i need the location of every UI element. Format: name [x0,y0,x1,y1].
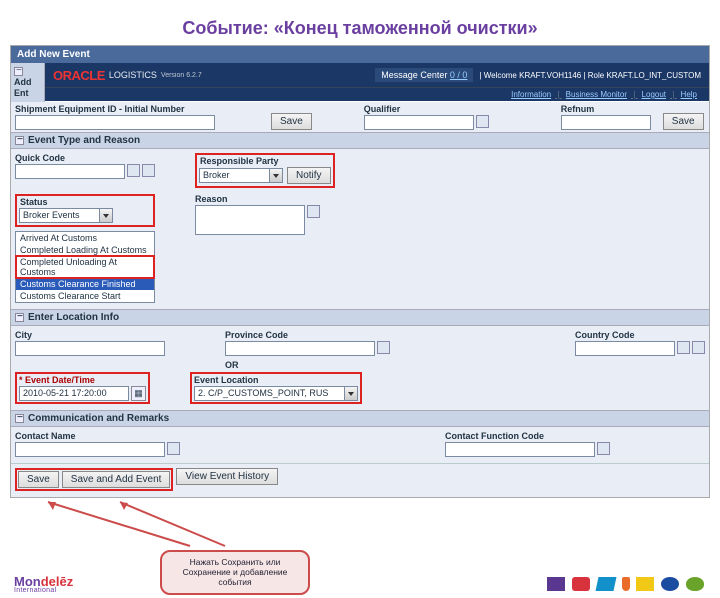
list-item[interactable]: Customs Clearance Start [16,290,154,302]
ship-equip-input[interactable] [15,115,215,130]
status-label: Status [17,196,153,207]
ship-save-button[interactable]: Save [271,113,312,130]
brand-icon [661,577,679,591]
chevron-down-icon[interactable] [99,208,113,223]
brand-icon [572,577,590,591]
instruction-callout: Нажать Сохранить или Сохранение и добавл… [160,550,310,595]
event-location-label: Event Location [194,375,358,385]
country-label: Country Code [575,330,705,340]
ship-equip-label: Shipment Equipment ID - Initial Number [15,104,265,114]
refnum-input[interactable] [561,115,651,130]
lookup-icon[interactable] [167,442,180,455]
view-event-history-button[interactable]: View Event History [176,468,278,485]
history-icon[interactable] [142,164,155,177]
refnum-label: Refnum [561,104,651,114]
qualifier-input[interactable] [364,115,474,130]
responsible-party-select[interactable]: Broker [199,168,283,183]
arrow-lines [0,498,720,558]
add-new-event-bar: Add New Event [11,46,709,63]
contact-name-input[interactable] [15,442,165,457]
brand-icon [686,577,704,591]
status-select[interactable]: Broker Events [17,208,153,225]
reason-textarea[interactable] [195,205,305,235]
message-center[interactable]: Message Center 0 / 0 [375,68,473,82]
welcome-text: | Welcome KRAFT.VOH1146 | Role KRAFT.LO_… [479,71,701,80]
event-location-select[interactable]: 2. C/P_CUSTOMS_POINT, RUS [194,386,358,401]
quick-code-label: Quick Code [15,153,155,163]
collapse-icon[interactable] [14,67,23,76]
event-datetime-highlight: * Event Date/Time 2010-05-21 17:20:00 ▦ [15,372,150,404]
list-item[interactable]: Completed Unloading At Customs [16,256,154,278]
event-location-highlight: Event Location 2. C/P_CUSTOMS_POINT, RUS [190,372,362,404]
brand-icon [595,577,616,591]
lookup-icon[interactable] [127,164,140,177]
footer-icons [545,577,706,591]
brand-icon [622,577,630,591]
add-ent-label: Add Ent [14,77,32,98]
link-logout[interactable]: Logout [642,90,666,99]
app-window: Add New Event Add Ent ORACLE LOGISTICS V… [10,45,710,498]
save-button[interactable]: Save [18,471,59,488]
save-buttons-highlight: Save Save and Add Event [15,468,173,491]
lookup-icon[interactable] [677,341,690,354]
lookup-icon[interactable] [307,205,320,218]
oracle-header: ORACLE LOGISTICS Version 6.2.7 Message C… [45,63,709,87]
reason-label: Reason [195,194,320,204]
status-options-list[interactable]: Arrived At Customs Completed Loading At … [15,231,155,303]
header-links: Information | Business Monitor | Logout … [45,87,709,101]
link-help[interactable]: Help [681,90,697,99]
qualifier-label: Qualifier [364,104,489,114]
refnum-save-button[interactable]: Save [663,113,704,130]
section-location-info: Enter Location Info [28,312,119,323]
list-item-selected[interactable]: Customs Clearance Finished [16,278,154,290]
lookup-icon[interactable] [377,341,390,354]
save-and-add-event-button[interactable]: Save and Add Event [62,471,171,488]
link-information[interactable]: Information [511,90,551,99]
link-business-monitor[interactable]: Business Monitor [566,90,627,99]
list-item[interactable]: Arrived At Customs [16,232,154,244]
lookup-icon[interactable] [476,115,489,128]
country-input[interactable] [575,341,675,356]
province-input[interactable] [225,341,375,356]
province-label: Province Code [225,330,445,340]
lookup-icon[interactable] [597,442,610,455]
chevron-down-icon[interactable] [269,168,283,183]
history-icon[interactable] [692,341,705,354]
collapse-icon[interactable] [15,414,24,423]
quick-code-input[interactable] [15,164,125,179]
slide-footer: Mondelēz International [0,568,720,598]
contact-func-label: Contact Function Code [445,431,610,441]
slide-title: Событие: «Конец таможенной очистки» [0,0,720,45]
status-highlight: Status Broker Events [15,194,155,227]
collapse-icon[interactable] [15,313,24,322]
responsible-party-label: Responsible Party [197,155,333,166]
event-datetime-input[interactable]: 2010-05-21 17:20:00 [19,386,129,401]
contact-func-input[interactable] [445,442,595,457]
city-input[interactable] [15,341,165,356]
notify-button[interactable]: Notify [287,167,331,184]
section-communication: Communication and Remarks [28,413,169,424]
city-label: City [15,330,225,340]
section-event-type: Event Type and Reason [28,135,140,146]
collapse-icon[interactable] [15,136,24,145]
list-item[interactable]: Completed Loading At Customs [16,244,154,256]
brand-icon [636,577,654,591]
brand-icon [547,577,565,591]
chevron-down-icon[interactable] [344,386,358,401]
contact-name-label: Contact Name [15,431,445,441]
event-datetime-label: * Event Date/Time [19,375,146,385]
or-label: OR [225,360,705,370]
responsible-party-highlight: Responsible Party Broker Notify [195,153,335,188]
calendar-icon[interactable]: ▦ [131,386,146,401]
